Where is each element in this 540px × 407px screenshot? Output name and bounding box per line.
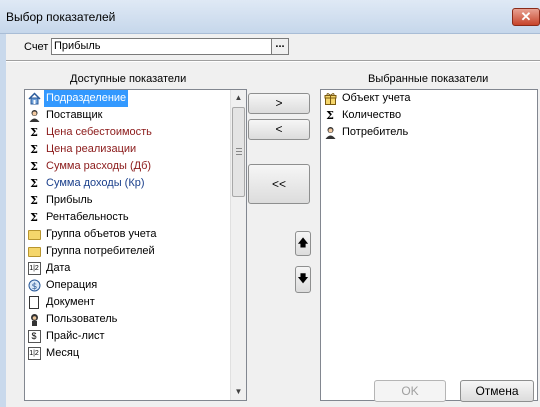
list-item[interactable]: Σ Сумма доходы (Кр) xyxy=(25,175,246,192)
ok-button[interactable]: OK xyxy=(374,380,446,402)
move-down-button[interactable]: 🡇 xyxy=(295,266,311,293)
scroll-down-icon[interactable]: ▼ xyxy=(231,384,246,400)
list-item-label: Пользователь xyxy=(46,313,118,325)
dialog-body: Счет Прибыль ... Доступные показатели Вы… xyxy=(6,34,540,407)
list-item-label: Цена реализации xyxy=(46,143,137,155)
list-item[interactable]: Объект учета xyxy=(321,90,537,107)
available-list[interactable]: Подразделение Поставщик Σ Цена себестоим… xyxy=(24,89,247,401)
list-item[interactable]: Σ Рентабельность xyxy=(25,209,246,226)
price-icon: $ xyxy=(27,330,41,344)
arrow-down-icon: 🡇 xyxy=(297,273,309,285)
list-item[interactable]: Подразделение xyxy=(25,90,246,107)
list-item-label: Подразделение xyxy=(44,90,129,107)
scroll-thumb[interactable] xyxy=(232,107,245,197)
scroll-up-icon[interactable]: ▲ xyxy=(231,90,246,106)
list-item-label: Группа потребителей xyxy=(46,245,155,257)
list-item-label: Группа объетов учета xyxy=(46,228,157,240)
cancel-button[interactable]: Отмена xyxy=(460,380,534,402)
list-item[interactable]: Σ Сумма расходы (Дб) xyxy=(25,158,246,175)
sigma-icon: Σ xyxy=(30,159,38,173)
remove-all-button[interactable]: << xyxy=(248,164,310,204)
person-icon xyxy=(323,126,337,140)
gift-icon xyxy=(323,92,337,106)
operation-icon: $ xyxy=(27,279,41,293)
list-item-label: Сумма доходы (Кр) xyxy=(46,177,145,189)
user-icon xyxy=(27,313,41,327)
house-icon xyxy=(27,92,41,106)
list-item-label: Сумма расходы (Дб) xyxy=(46,160,152,172)
title-bar: Выбор показателей ✕ xyxy=(0,0,540,34)
list-item[interactable]: Документ xyxy=(25,294,246,311)
divider xyxy=(6,60,540,62)
list-item-label: Операция xyxy=(46,279,98,291)
move-up-button[interactable]: 🡅 xyxy=(295,231,311,256)
sigma-icon: Σ xyxy=(30,142,38,156)
list-item-label: Документ xyxy=(46,296,95,308)
calendar-icon: 1|2 xyxy=(27,262,41,276)
account-browse-button[interactable]: ... xyxy=(271,38,289,55)
list-item[interactable]: Потребитель xyxy=(321,124,537,141)
svg-text:$: $ xyxy=(31,282,37,292)
folder-icon xyxy=(27,245,41,259)
list-item[interactable]: Группа потребителей xyxy=(25,243,246,260)
list-item[interactable]: Σ Цена реализации xyxy=(25,141,246,158)
list-item[interactable]: Поставщик xyxy=(25,107,246,124)
calendar-icon: 1|2 xyxy=(27,347,41,361)
document-icon xyxy=(27,296,41,310)
sigma-icon: Σ xyxy=(30,176,38,190)
list-item[interactable]: $ Прайс-лист xyxy=(25,328,246,345)
list-item-label: Цена себестоимость xyxy=(46,126,152,138)
sigma-icon: Σ xyxy=(30,210,38,224)
list-item-label: Месяц xyxy=(46,347,80,359)
person-icon xyxy=(27,109,41,123)
account-label: Счет xyxy=(24,41,49,53)
list-item[interactable]: Σ Цена себестоимость xyxy=(25,124,246,141)
account-field[interactable]: Прибыль xyxy=(51,38,278,55)
list-item-label: Прибыль xyxy=(46,194,93,206)
sigma-icon: Σ xyxy=(30,125,38,139)
list-item[interactable]: Пользователь xyxy=(25,311,246,328)
list-item[interactable]: Σ Прибыль xyxy=(25,192,246,209)
selected-header: Выбранные показатели xyxy=(368,73,489,85)
window-title: Выбор показателей xyxy=(6,10,116,24)
close-icon: ✕ xyxy=(520,9,532,24)
folder-icon xyxy=(27,228,41,242)
available-header: Доступные показатели xyxy=(70,73,187,85)
list-item-label: Прайс-лист xyxy=(46,330,105,342)
add-button[interactable]: > xyxy=(248,93,310,114)
list-item[interactable]: 1|2 Месяц xyxy=(25,345,246,362)
available-scrollbar[interactable]: ▲ ▼ xyxy=(230,90,246,400)
list-item-label: Дата xyxy=(46,262,71,274)
sigma-icon: Σ xyxy=(30,193,38,207)
close-button[interactable]: ✕ xyxy=(512,8,540,26)
list-item[interactable]: Σ Количество xyxy=(321,107,537,124)
remove-button[interactable]: < xyxy=(248,119,310,140)
list-item-label: Потребитель xyxy=(342,126,409,138)
list-item-label: Рентабельность xyxy=(46,211,129,223)
list-item-label: Поставщик xyxy=(46,109,103,121)
list-item-label: Количество xyxy=(342,109,402,121)
list-item[interactable]: $ Операция xyxy=(25,277,246,294)
list-item[interactable]: 1|2 Дата xyxy=(25,260,246,277)
list-item-label: Объект учета xyxy=(342,92,411,104)
account-value: Прибыль xyxy=(54,40,101,52)
sigma-icon: Σ xyxy=(326,108,334,122)
selected-list[interactable]: Объект учета Σ Количество Потребитель xyxy=(320,89,538,401)
arrow-up-icon: 🡅 xyxy=(297,237,309,249)
list-item[interactable]: Группа объетов учета xyxy=(25,226,246,243)
